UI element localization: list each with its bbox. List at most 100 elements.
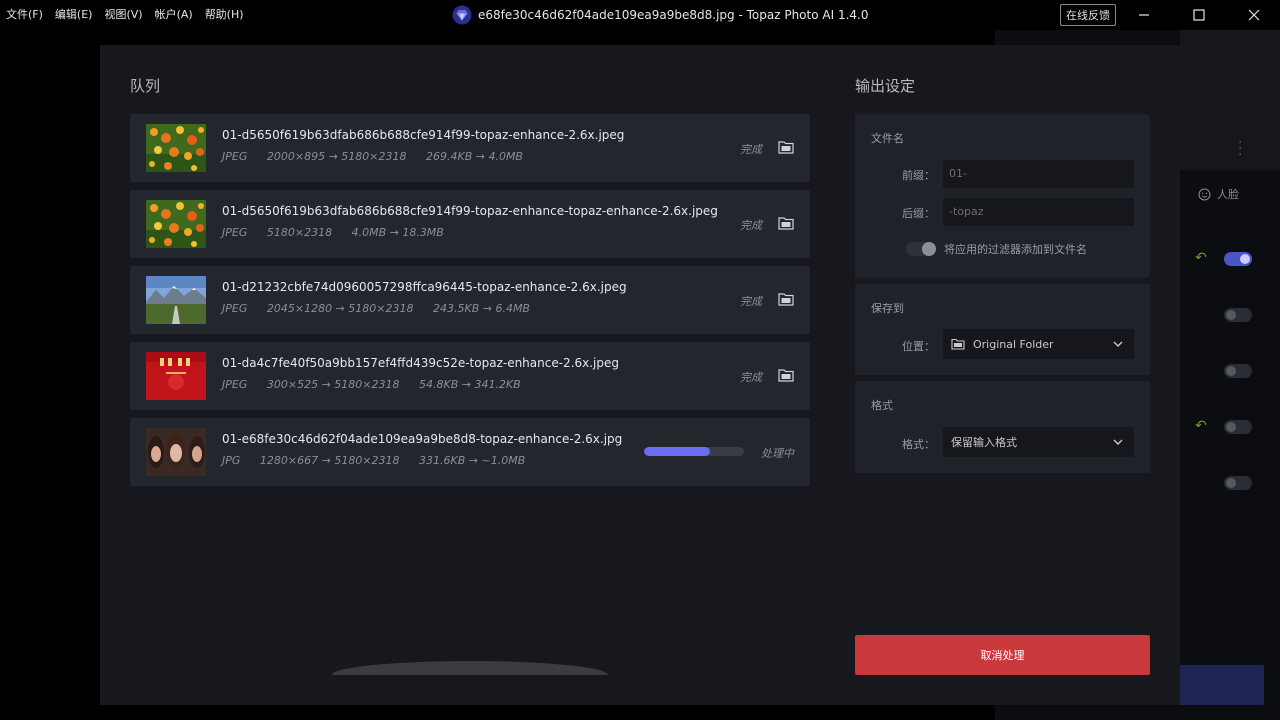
- thumbnail-flowers: [146, 200, 206, 248]
- file-size: 269.4KB → 4.0MB: [425, 150, 523, 163]
- menu-help[interactable]: 帮助(H): [205, 0, 244, 30]
- file-size: 331.6KB → ~1.0MB: [419, 454, 526, 467]
- file-name: 01-da4c7fe40f50a9bb157ef4ffd439c52e-topa…: [222, 356, 620, 370]
- suffix-input[interactable]: -topaz: [943, 198, 1134, 226]
- folder-icon: [951, 338, 965, 350]
- status-label: 完成: [740, 371, 762, 384]
- open-folder-icon[interactable]: [778, 140, 794, 154]
- filename-title: 文件名: [871, 132, 904, 145]
- queue-list: 01-d5650f619b63dfab686b688cfe914f99-topa…: [130, 114, 810, 494]
- toggle-knob: [922, 242, 936, 256]
- more-options-icon: · · ·: [1238, 135, 1243, 163]
- drawer-handle[interactable]: [332, 661, 608, 675]
- prefix-input[interactable]: 01-: [943, 160, 1134, 188]
- maximize-button[interactable]: [1176, 0, 1222, 30]
- file-name: 01-d5650f619b63dfab686b688cfe914f99-topa…: [222, 204, 718, 218]
- file-format: JPG: [222, 454, 241, 467]
- background-toggle: [1224, 420, 1252, 434]
- format-title: 格式: [871, 399, 893, 412]
- file-dimensions: 300×525 → 5180×2318: [266, 378, 400, 391]
- file-format: JPEG: [222, 226, 248, 239]
- minimize-button[interactable]: [1121, 0, 1167, 30]
- open-folder-icon[interactable]: [778, 368, 794, 382]
- file-meta: JPEG 2045×1280 → 5180×2318 243.5KB → 6.4…: [222, 302, 546, 315]
- thumbnail-faces: [146, 428, 206, 476]
- menu-file[interactable]: 文件(F): [6, 0, 43, 30]
- menu-view[interactable]: 视图(V): [104, 0, 142, 30]
- save-to-card: 保存到 位置： Original Folder: [855, 284, 1150, 375]
- file-dimensions: 2045×1280 → 5180×2318: [266, 302, 414, 315]
- file-format: JPEG: [222, 150, 248, 163]
- location-select[interactable]: Original Folder: [943, 329, 1134, 359]
- topaz-logo-icon: [452, 5, 472, 25]
- queue-dialog: 队列 01-d5650f619b63dfab686b688cfe914f99-t…: [100, 45, 1180, 705]
- queue-item: 01-da4c7fe40f50a9bb157ef4ffd439c52e-topa…: [130, 342, 810, 410]
- output-settings: 文件名 前缀： 01- 后缀： -topaz 将应用的过滤器添加到文件名 保存到…: [855, 114, 1150, 479]
- chevron-down-icon: [1113, 439, 1123, 445]
- prefix-label: 前缀：: [902, 169, 935, 182]
- undo-icon: ↶: [1195, 250, 1207, 266]
- status-label: 完成: [740, 295, 762, 308]
- minimize-icon: [1139, 14, 1149, 16]
- open-folder-icon[interactable]: [778, 292, 794, 306]
- filter-name-toggle[interactable]: [906, 242, 936, 256]
- filter-name-toggle-label: 将应用的过滤器添加到文件名: [944, 243, 1087, 256]
- queue-item: 01-d5650f619b63dfab686b688cfe914f99-topa…: [130, 190, 810, 258]
- queue-title: 队列: [130, 77, 161, 95]
- background-toggle: [1224, 476, 1252, 490]
- window-title: e68fe30c46d62f04ade109ea9a9be8d8.jpg - T…: [478, 8, 869, 22]
- file-dimensions: 5180×2318: [266, 226, 333, 239]
- filter-name-toggle-row: 将应用的过滤器添加到文件名: [906, 241, 1087, 257]
- status-label: 完成: [740, 143, 762, 156]
- cancel-processing-button[interactable]: 取消处理: [855, 635, 1150, 675]
- file-size: 243.5KB → 6.4MB: [432, 302, 530, 315]
- filename-card: 文件名 前缀： 01- 后缀： -topaz 将应用的过滤器添加到文件名: [855, 114, 1150, 278]
- file-size: 54.8KB → 341.2KB: [418, 378, 521, 391]
- status-label: 处理中: [761, 447, 794, 460]
- background-toggle: [1224, 364, 1252, 378]
- window-title-group: e68fe30c46d62f04ade109ea9a9be8d8.jpg - T…: [452, 0, 868, 30]
- face-icon: [1198, 188, 1211, 200]
- background-face-item: 人脸: [1198, 186, 1239, 202]
- format-value: 保留输入格式: [951, 436, 1017, 449]
- feedback-button[interactable]: 在线反馈: [1060, 4, 1116, 26]
- face-label: 人脸: [1217, 188, 1239, 201]
- background-panel-header: [1180, 30, 1280, 170]
- queue-item: 01-d5650f619b63dfab686b688cfe914f99-topa…: [130, 114, 810, 182]
- file-meta: JPG 1280×667 → 5180×2318 331.6KB → ~1.0M…: [222, 454, 541, 467]
- file-name: 01-d21232cbfe74d0960057298ffca96445-topa…: [222, 280, 627, 294]
- background-toggle: [1224, 308, 1252, 322]
- format-select[interactable]: 保留输入格式: [943, 427, 1134, 457]
- file-meta: JPEG 2000×895 → 5180×2318 269.4KB → 4.0M…: [222, 150, 539, 163]
- menu-account[interactable]: 帐户(A): [155, 0, 193, 30]
- settings-title: 输出设定: [855, 77, 916, 95]
- file-format: JPEG: [222, 378, 248, 391]
- save-to-title: 保存到: [871, 302, 904, 315]
- file-name: 01-d5650f619b63dfab686b688cfe914f99-topa…: [222, 128, 625, 142]
- file-format: JPEG: [222, 302, 248, 315]
- file-dimensions: 1280×667 → 5180×2318: [259, 454, 400, 467]
- progress-bar: [644, 447, 744, 456]
- chevron-down-icon: [1113, 341, 1123, 347]
- undo-icon: ↶: [1195, 418, 1207, 434]
- file-size: 4.0MB → 18.3MB: [351, 226, 444, 239]
- title-bar: 文件(F) 编辑(E) 视图(V) 帐户(A) 帮助(H) e68fe30c46…: [0, 0, 1280, 30]
- open-folder-icon[interactable]: [778, 216, 794, 230]
- format-card: 格式 格式： 保留输入格式: [855, 381, 1150, 473]
- location-label: 位置：: [902, 340, 935, 353]
- file-dimensions: 2000×895 → 5180×2318: [266, 150, 407, 163]
- background-toggle: [1224, 252, 1252, 266]
- maximize-icon: [1193, 9, 1205, 21]
- close-button[interactable]: [1231, 0, 1277, 30]
- progress-bar-fill: [644, 447, 710, 456]
- queue-item: 01-e68fe30c46d62f04ade109ea9a9be8d8-topa…: [130, 418, 810, 486]
- queue-item: 01-d21232cbfe74d0960057298ffca96445-topa…: [130, 266, 810, 334]
- menu-edit[interactable]: 编辑(E): [55, 0, 93, 30]
- file-meta: JPEG 5180×2318 4.0MB → 18.3MB: [222, 226, 460, 239]
- file-name: 01-e68fe30c46d62f04ade109ea9a9be8d8-topa…: [222, 432, 623, 446]
- thumbnail-flowers: [146, 124, 206, 172]
- location-value: Original Folder: [973, 337, 1054, 351]
- thumbnail-mountain: [146, 276, 206, 324]
- status-label: 完成: [740, 219, 762, 232]
- file-meta: JPEG 300×525 → 5180×2318 54.8KB → 341.2K…: [222, 378, 537, 391]
